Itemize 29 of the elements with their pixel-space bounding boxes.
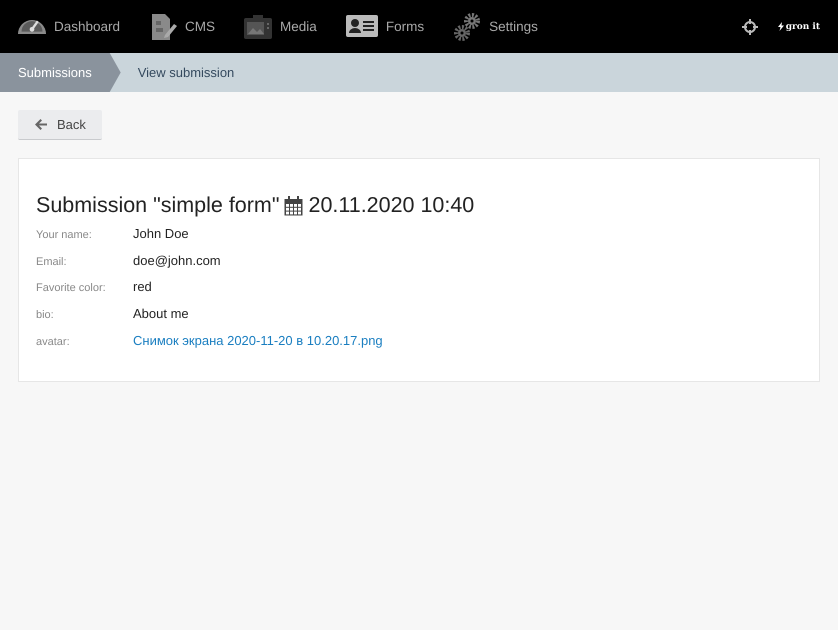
camera-icon	[244, 14, 272, 38]
field-label: Your name:	[36, 229, 93, 241]
breadcrumb[interactable]: View submission	[120, 53, 252, 92]
nav-item[interactable]: Settings	[453, 12, 538, 40]
field-value: doe@john.com	[133, 252, 221, 268]
nav-item[interactable]: Dashboard	[18, 19, 120, 34]
field-value: About me	[133, 306, 189, 322]
file-link[interactable]: Снимок экрана 2020-11-20 в 10.20.17.png	[133, 332, 383, 348]
calendar-icon	[284, 196, 304, 216]
nav-item[interactable]: Forms	[346, 14, 424, 38]
back-button[interactable]: Back	[18, 110, 102, 140]
field-label: Email:	[36, 256, 68, 268]
speedometer-icon	[18, 20, 46, 34]
nav-item[interactable]: CMS	[149, 12, 216, 40]
field-label: Favorite color:	[36, 282, 107, 294]
logo-text[interactable]: gron it	[786, 22, 820, 32]
submission-date: 20.11.2020 10:40	[308, 193, 474, 218]
nav-item[interactable]: Media	[244, 14, 317, 38]
field-label: avatar:	[36, 336, 71, 348]
lightning-icon	[778, 22, 784, 31]
crosshair-icon[interactable]	[742, 18, 758, 34]
document-pencil-icon	[149, 12, 178, 40]
submission-title: Submission "simple form"	[36, 193, 280, 218]
gears-icon	[453, 12, 482, 40]
arrow-left-icon	[35, 119, 47, 130]
contact-card-icon	[346, 14, 378, 38]
field-value: red	[133, 279, 152, 294]
field-label: bio:	[36, 309, 55, 322]
field-value: John Doe	[133, 226, 189, 241]
